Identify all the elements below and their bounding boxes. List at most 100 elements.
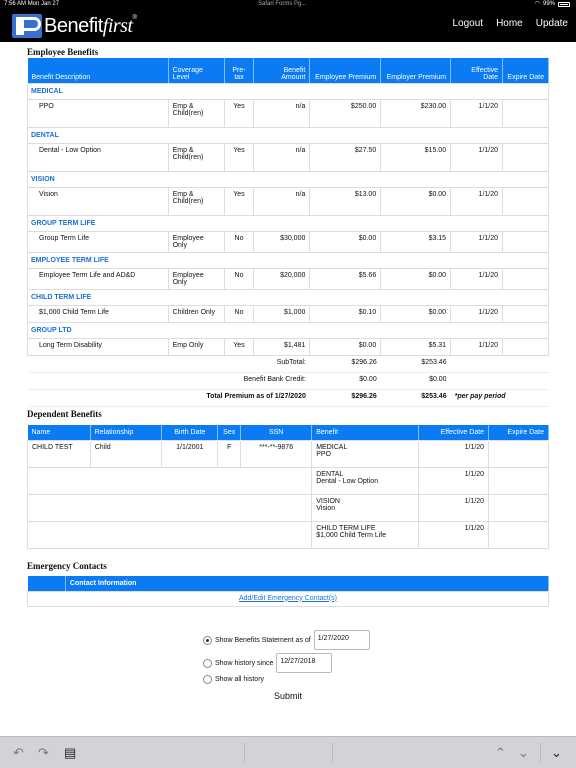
status-time: 7:56 AM Mon Jan 27	[4, 1, 60, 7]
history-radio[interactable]	[203, 658, 212, 668]
col-expire-date: Expire Date	[502, 58, 549, 83]
category-label: GROUP LTD	[27, 321, 549, 339]
employee-premium: $13.00	[309, 186, 382, 216]
benefit-plan: $1,000 Child Term Life	[316, 531, 387, 539]
statement-radio[interactable]	[203, 635, 212, 645]
dependent-benefits-title: Dependent Benefits	[27, 409, 102, 419]
employer-premium: $0.00	[380, 267, 452, 290]
effective-date: 1/1/20	[450, 304, 504, 323]
subtotal-employer: $253.46	[380, 355, 451, 373]
toolbar-divider	[540, 743, 541, 763]
col-contact-information: Contact Information	[65, 576, 550, 591]
col-sex: Sex	[217, 425, 242, 440]
table-row: CHILD TEST Child 1/1/2001 F ***-**-9876 …	[27, 439, 549, 468]
status-bar: 7:56 AM Mon Jan 27 Safari Forms Pg... ◠ …	[0, 0, 576, 8]
dependent-benefits-table: Name Relationship Birth Date Sex SSN Ben…	[26, 425, 549, 549]
employer-premium: $5.31	[380, 337, 452, 356]
dependent-effective-date: 1/1/20	[417, 520, 490, 549]
coverage-level: Emp & Child(ren)	[167, 142, 225, 172]
subtotal-row: SubTotal: $296.26 $253.46	[27, 355, 549, 373]
employer-premium: $15.00	[380, 142, 452, 172]
benefit-amount: $20,000	[253, 267, 311, 290]
all-history-radio[interactable]	[203, 675, 212, 684]
header-nav: Logout Home Update	[452, 18, 568, 29]
battery-icon	[558, 1, 570, 7]
employer-premium: $0.00	[380, 304, 452, 323]
benefit-plan: Dental - Low Option	[316, 477, 379, 485]
subtotal-label: SubTotal:	[27, 355, 310, 373]
all-history-label: Show all history	[215, 676, 265, 683]
dependent-name: CHILD TEST	[27, 439, 91, 468]
update-link[interactable]: Update	[536, 18, 568, 29]
submit-button[interactable]: Submit	[274, 691, 302, 701]
status-right: ◠ 99%	[535, 0, 570, 8]
expire-date	[502, 304, 549, 323]
add-edit-emergency-contacts-link[interactable]: Add/Edit Emergency Contact(s)	[239, 595, 337, 602]
effective-date: 1/1/20	[450, 142, 504, 172]
total-employer: $253.46	[380, 389, 451, 407]
wifi-icon: ◠	[534, 1, 540, 7]
benefit-amount: $1,481	[253, 337, 311, 356]
benefitfirst-logo[interactable]: Benefitfirst®	[12, 14, 137, 38]
undo-icon[interactable]: ↶	[13, 745, 24, 761]
redo-icon[interactable]: ↷	[38, 745, 49, 761]
benefit-description: PPO	[27, 98, 169, 128]
category-row: GROUP TERM LIFE	[27, 214, 549, 232]
home-link[interactable]: Home	[496, 18, 523, 29]
col-name: Name	[27, 425, 91, 440]
employee-premium: $27.50	[309, 142, 382, 172]
expire-date	[502, 337, 549, 356]
logo-mark-icon	[12, 14, 42, 38]
pretax: Yes	[223, 98, 255, 128]
coverage-level: Children Only	[167, 304, 225, 323]
effective-date: 1/1/20	[450, 267, 504, 290]
statement-label: Show Benefits Statement as of	[215, 636, 311, 644]
effective-date: 1/1/20	[450, 337, 504, 356]
dismiss-keyboard-icon[interactable]: ⌄	[551, 745, 562, 761]
table-row: Add/Edit Emergency Contact(s)	[27, 590, 549, 607]
effective-date: 1/1/20	[450, 230, 504, 253]
logout-link[interactable]: Logout	[452, 18, 483, 29]
category-label: GROUP TERM LIFE	[27, 214, 549, 232]
dependent-sex: F	[217, 439, 242, 468]
dependent-expire-date	[488, 493, 549, 522]
benefit-description: Vision	[27, 186, 169, 216]
dependent-effective-date: 1/1/20	[417, 493, 490, 522]
employee-premium: $250.00	[309, 98, 382, 128]
benefit-amount: $1,000	[253, 304, 311, 323]
category-row: GROUP LTD	[27, 321, 549, 339]
pretax: No	[223, 267, 255, 290]
benefit-category: DENTAL	[316, 470, 344, 478]
history-date-input[interactable]: 12/27/2018	[276, 653, 333, 673]
employer-premium: $3.15	[380, 230, 452, 253]
paste-icon[interactable]: ▤	[64, 745, 76, 761]
table-row: DENTAL Dental - Low Option 1/1/20	[26, 466, 549, 495]
expire-date	[502, 186, 549, 216]
category-label: DENTAL	[27, 126, 549, 144]
history-label: Show history since	[215, 659, 274, 667]
category-row: DENTAL	[27, 126, 549, 144]
benefit-category: MEDICAL	[316, 443, 348, 451]
pretax: Yes	[223, 142, 255, 172]
coverage-level: Emp & Child(ren)	[167, 186, 225, 216]
logo-text: Benefitfirst®	[44, 14, 137, 37]
benefit-description: $1,000 Child Term Life	[27, 304, 169, 323]
expire-date	[502, 142, 549, 172]
next-field-icon[interactable]: ⌄	[518, 745, 529, 761]
benefit-description: Dental - Low Option	[27, 142, 169, 172]
col-employer-premium: Employer Premium	[380, 58, 452, 83]
dependent-effective-date: 1/1/20	[417, 466, 490, 495]
col-benefit-description: Benefit Description	[27, 58, 169, 83]
bank-credit-employee: $0.00	[309, 372, 381, 390]
coverage-level: Employee Only	[167, 230, 225, 253]
battery-percent: 99%	[542, 1, 555, 7]
dependent-birth-date: 1/1/2001	[161, 439, 219, 468]
coverage-level: Emp Only	[167, 337, 225, 356]
expire-date	[502, 230, 549, 253]
previous-field-icon[interactable]: ⌃	[495, 745, 506, 761]
dependent-benefit: DENTAL Dental - Low Option	[311, 466, 419, 495]
col-effective-date: Effective Date	[450, 58, 504, 83]
statement-date-input[interactable]: 1/27/2020	[313, 630, 370, 650]
category-label: CHILD TERM LIFE	[27, 288, 549, 306]
dependent-expire-date	[488, 520, 549, 549]
